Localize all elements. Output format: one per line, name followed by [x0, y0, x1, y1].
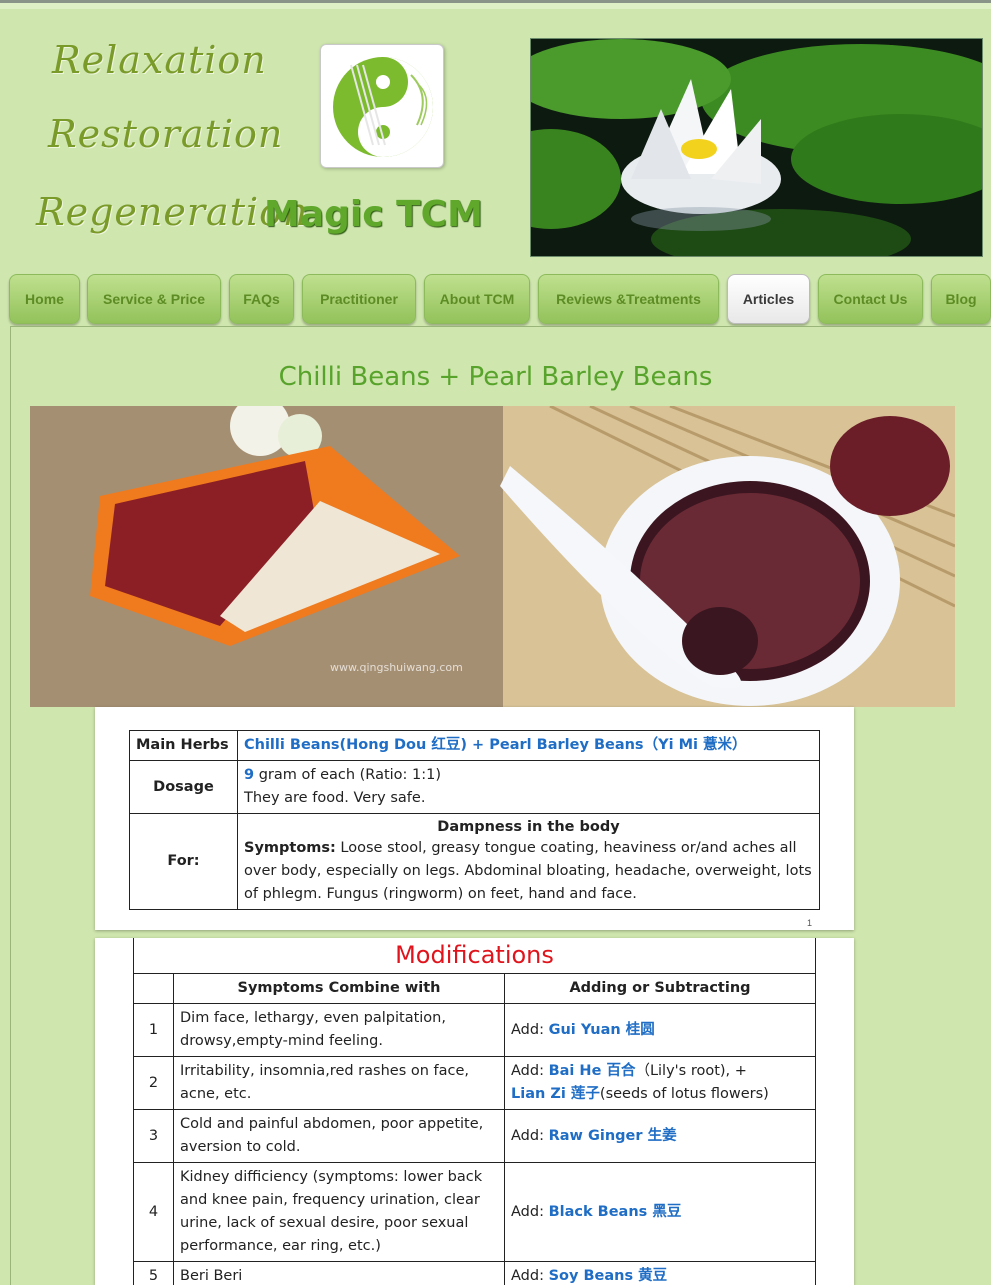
article-title: Chilli Beans + Pearl Barley Beans [278, 362, 713, 392]
table-row: 1 Dim face, lethargy, even palpitation, … [133, 1003, 816, 1057]
for-value: Dampness in the body Symptoms: Loose sto… [237, 813, 820, 910]
dosage-line1: gram of each (Ratio: 1:1) [254, 767, 442, 783]
header-number [133, 973, 174, 1004]
main-herbs-label: Main Herbs [129, 730, 238, 761]
water-lily-hero-image [530, 38, 983, 257]
nav-about-tcm[interactable]: About TCM [424, 274, 530, 324]
add-label: Add: [511, 1127, 549, 1144]
add-label: Add: [511, 1268, 549, 1284]
row-number: 4 [133, 1162, 174, 1262]
row-adding: Add: Black Beans 黑豆 [504, 1162, 816, 1262]
dosage-value: 9 gram of each (Ratio: 1:1) They are foo… [237, 760, 820, 814]
top-border [0, 0, 991, 9]
dosage-line2: They are food. Very safe. [244, 790, 426, 806]
header-symptoms: Symptoms Combine with [173, 973, 505, 1004]
page-number: 1 [806, 918, 812, 928]
row-symptoms: Irritability, insomnia,red rashes on fac… [173, 1056, 505, 1110]
table-row: 4 Kidney difficiency (symptoms: lower ba… [133, 1162, 816, 1262]
row-adding: Add: Bai He 百合（Lily's root), + Lian Zi 莲子… [504, 1056, 816, 1110]
nav-faqs[interactable]: FAQs [229, 274, 294, 324]
herbs-table: Main Herbs Chilli Beans(Hong Dou 红豆) + P… [129, 730, 820, 910]
row-number: 2 [133, 1056, 174, 1110]
row-symptoms: Dim face, lethargy, even palpitation, dr… [173, 1003, 505, 1057]
row-adding: Add: Soy Beans 黄豆 [504, 1261, 816, 1285]
nav-blog[interactable]: Blog [931, 274, 991, 324]
nav-contact-us[interactable]: Contact Us [818, 274, 923, 324]
row-number: 1 [133, 1003, 174, 1057]
add-label: Add: [511, 1063, 549, 1079]
add-label: Add: [511, 1021, 549, 1038]
row-symptoms: Beri Beri [173, 1261, 505, 1285]
herb-extra: （Lily's root), + [635, 1063, 747, 1079]
slogan-relaxation: Relaxation [52, 38, 267, 82]
herbs-document-page: Main Herbs Chilli Beans(Hong Dou 红豆) + P… [95, 707, 854, 930]
slogan-restoration: Restoration [48, 112, 284, 156]
row-symptoms: Kidney difficiency (symptoms: lower back… [173, 1162, 505, 1262]
header-adding: Adding or Subtracting [504, 973, 816, 1004]
dosage-label: Dosage [129, 760, 238, 814]
nav-practitioner[interactable]: Practitioner [302, 274, 416, 324]
herb-extra-2: (seeds of lotus flowers) [599, 1086, 769, 1102]
symptoms-label: Symptoms: [244, 840, 336, 856]
row-adding: Add: Gui Yuan 桂圆 [504, 1003, 816, 1057]
row-symptoms: Cold and painful abdomen, poor appetite,… [173, 1109, 505, 1163]
row-adding: Add: Raw Ginger 生姜 [504, 1109, 816, 1163]
table-row: 5 Beri Beri Add: Soy Beans 黄豆 [133, 1261, 816, 1285]
herb-name: Raw Ginger 生姜 [548, 1127, 677, 1144]
table-row: 2 Irritability, insomnia,red rashes on f… [133, 1056, 816, 1110]
for-label: For: [129, 813, 238, 910]
yin-yang-logo-icon [333, 57, 433, 157]
photo-watermark: www.qingshuiwang.com [330, 661, 463, 674]
for-heading: Dampness in the body [437, 819, 620, 835]
dosage-number: 9 [244, 767, 255, 783]
add-label: Add: [511, 1203, 549, 1220]
beans-photo: www.qingshuiwang.com [30, 406, 955, 707]
herb-name-2: Lian Zi 莲子 [511, 1086, 600, 1102]
herb-name: Black Beans 黑豆 [548, 1203, 682, 1220]
table-row: 3 Cold and painful abdomen, poor appetit… [133, 1109, 816, 1163]
modifications-document-page: Modifications Symptoms Combine with Addi… [95, 938, 854, 1285]
main-navigation: Home Service & Price FAQs Practitioner A… [0, 272, 991, 326]
site-logo[interactable] [320, 44, 444, 168]
main-herbs-value: Chilli Beans(Hong Dou 红豆) + Pearl Barley… [237, 730, 820, 761]
row-number: 3 [133, 1109, 174, 1163]
herb-name: Bai He 百合 [548, 1063, 636, 1079]
modifications-table: Modifications Symptoms Combine with Addi… [133, 938, 816, 1285]
brand-name: Magic TCM [264, 194, 483, 235]
modifications-title: Modifications [133, 938, 816, 974]
nav-articles[interactable]: Articles [727, 274, 810, 324]
herb-name: Gui Yuan 桂圆 [548, 1021, 655, 1038]
nav-home[interactable]: Home [9, 274, 80, 324]
nav-service-price[interactable]: Service & Price [87, 274, 221, 324]
herb-name: Soy Beans 黄豆 [548, 1268, 668, 1284]
row-number: 5 [133, 1261, 174, 1285]
nav-reviews-treatments[interactable]: Reviews &Treatments [538, 274, 719, 324]
